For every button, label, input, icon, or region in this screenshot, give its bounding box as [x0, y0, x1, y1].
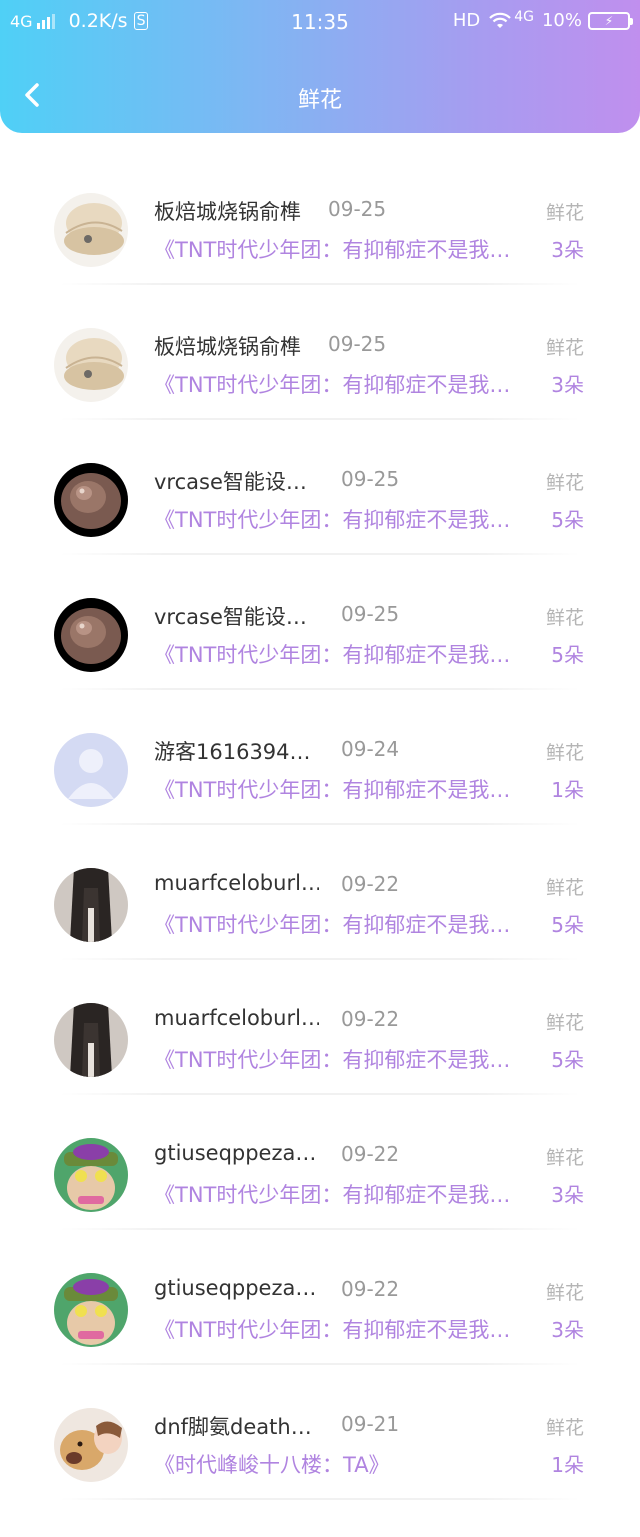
gift-type: 鲜花: [545, 1417, 584, 1439]
list-item[interactable]: 板焙城烧锅俞榫 09-25 鲜花 《TNT时代少年团：有抑郁症不是我… 3朵: [0, 277, 640, 420]
work-title[interactable]: 《TNT时代少年团：有抑郁症不是我…: [154, 1314, 539, 1344]
gift-type: 鲜花: [545, 877, 584, 899]
flower-count: 3朵: [551, 373, 584, 397]
sender-name: dnf脚氨death…: [154, 1415, 312, 1439]
default-user-avatar[interactable]: [54, 733, 128, 807]
sender-name: vrcase智能设…: [154, 605, 307, 629]
record-date: 09-25: [328, 332, 387, 356]
record-date: 09-21: [341, 1412, 400, 1436]
flower-count: 5朵: [551, 913, 584, 937]
list-item[interactable]: 游客1616394… 09-24 鲜花 《TNT时代少年团：有抑郁症不是我… 1…: [0, 682, 640, 825]
work-title[interactable]: 《TNT时代少年团：有抑郁症不是我…: [154, 1179, 539, 1209]
flower-count: 3朵: [551, 1318, 584, 1342]
record-date: 09-25: [341, 602, 400, 626]
work-title[interactable]: 《TNT时代少年团：有抑郁症不是我…: [154, 369, 539, 399]
record-date: 09-25: [341, 467, 400, 491]
list-item[interactable]: muarfceloburl… 09-22 鲜花 《TNT时代少年团：有抑郁症不是…: [0, 952, 640, 1095]
gift-type: 鲜花: [545, 742, 584, 764]
gift-type: 鲜花: [545, 1012, 584, 1034]
flower-record-list: 板焙城烧锅俞榫 09-25 鲜花 《TNT时代少年团：有抑郁症不是我… 3朵 板…: [0, 142, 640, 1500]
list-item[interactable]: gtiuseqppeza… 09-22 鲜花 《TNT时代少年团：有抑郁症不是我…: [0, 1087, 640, 1230]
battery-icon: ⚡: [588, 11, 633, 30]
flower-count: 5朵: [551, 643, 584, 667]
sender-name: muarfceloburl…: [154, 871, 319, 895]
flower-count: 5朵: [551, 1048, 584, 1072]
gift-type: 鲜花: [545, 1147, 584, 1169]
hd-indicator: HD: [452, 10, 481, 31]
flower-count: 1朵: [551, 778, 584, 802]
flower-count: 3朵: [551, 1183, 584, 1207]
record-date: 09-22: [341, 1277, 400, 1301]
work-title[interactable]: 《TNT时代少年团：有抑郁症不是我…: [154, 504, 539, 534]
record-date: 09-25: [328, 197, 387, 221]
snail-avatar[interactable]: [54, 463, 128, 537]
shell-avatar[interactable]: [54, 193, 128, 267]
list-item[interactable]: gtiuseqppeza… 09-22 鲜花 《TNT时代少年团：有抑郁症不是我…: [0, 1222, 640, 1365]
gift-type: 鲜花: [545, 472, 584, 494]
network-type-right: 4G: [514, 8, 534, 25]
status-bar: 4G 0.2K/s S 11:35 HD 4G 10% ⚡: [0, 0, 640, 44]
flower-count: 1朵: [551, 1453, 584, 1477]
record-date: 09-22: [341, 872, 400, 896]
work-title[interactable]: 《TNT时代少年团：有抑郁症不是我…: [154, 774, 539, 804]
sender-name: gtiuseqppeza…: [154, 1276, 317, 1300]
work-title[interactable]: 《TNT时代少年团：有抑郁症不是我…: [154, 234, 539, 264]
shell-avatar[interactable]: [54, 328, 128, 402]
dog-child-avatar[interactable]: [54, 1408, 128, 1482]
gift-type: 鲜花: [545, 1282, 584, 1304]
sender-name: muarfceloburl…: [154, 1006, 319, 1030]
battery-percent: 10%: [541, 10, 582, 31]
app-header: 4G 0.2K/s S 11:35 HD 4G 10% ⚡ 鲜花: [0, 0, 640, 133]
record-date: 09-22: [341, 1142, 400, 1166]
dark-hair-avatar[interactable]: [54, 868, 128, 942]
gift-type: 鲜花: [545, 202, 584, 224]
record-date: 09-22: [341, 1007, 400, 1031]
work-title[interactable]: 《TNT时代少年团：有抑郁症不是我…: [154, 639, 539, 669]
sender-name: 游客1616394…: [154, 740, 311, 764]
divider: [60, 1498, 580, 1500]
flower-count: 5朵: [551, 508, 584, 532]
snail-avatar[interactable]: [54, 598, 128, 672]
sender-name: gtiuseqppeza…: [154, 1141, 317, 1165]
list-item[interactable]: vrcase智能设… 09-25 鲜花 《TNT时代少年团：有抑郁症不是我… 5…: [0, 547, 640, 690]
list-item[interactable]: dnf脚氨death… 09-21 鲜花 《时代峰峻十八楼：TA》 1朵: [0, 1357, 640, 1500]
sender-name: 板焙城烧锅俞榫: [154, 335, 301, 359]
work-title[interactable]: 《TNT时代少年团：有抑郁症不是我…: [154, 909, 539, 939]
page-title: 鲜花: [297, 88, 342, 113]
flower-count: 3朵: [551, 238, 584, 262]
sender-name: 板焙城烧锅俞榫: [154, 200, 301, 224]
gift-type: 鲜花: [545, 607, 584, 629]
list-item[interactable]: 板焙城烧锅俞榫 09-25 鲜花 《TNT时代少年团：有抑郁症不是我… 3朵: [0, 142, 640, 285]
wifi-icon: [489, 12, 512, 28]
list-item[interactable]: vrcase智能设… 09-25 鲜花 《TNT时代少年团：有抑郁症不是我… 5…: [0, 412, 640, 555]
dark-hair-avatar[interactable]: [54, 1003, 128, 1077]
cartoon-character-avatar[interactable]: [54, 1138, 128, 1212]
list-item[interactable]: muarfceloburl… 09-22 鲜花 《TNT时代少年团：有抑郁症不是…: [0, 817, 640, 960]
record-date: 09-24: [341, 737, 400, 761]
gift-type: 鲜花: [545, 337, 584, 359]
work-title[interactable]: 《TNT时代少年团：有抑郁症不是我…: [154, 1044, 539, 1074]
cartoon-character-avatar[interactable]: [54, 1273, 128, 1347]
work-title[interactable]: 《时代峰峻十八楼：TA》: [154, 1449, 539, 1479]
sender-name: vrcase智能设…: [154, 470, 307, 494]
